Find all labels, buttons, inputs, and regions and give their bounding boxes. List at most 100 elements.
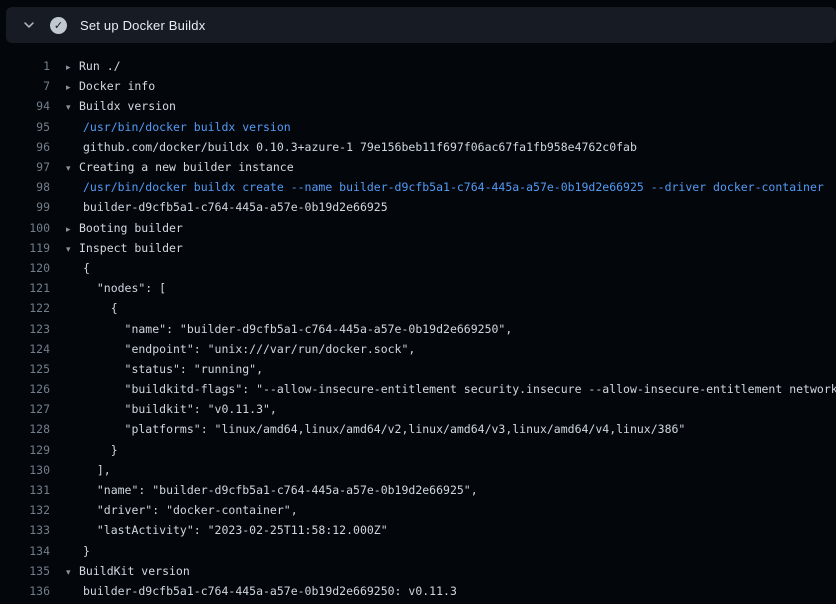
log-line: 133 "lastActivity": "2023-02-25T11:58:12…: [0, 520, 836, 540]
log-output-text: "buildkit": "v0.11.3",: [66, 402, 277, 416]
line-number[interactable]: 134: [0, 544, 50, 558]
line-number[interactable]: 131: [0, 483, 50, 497]
line-number[interactable]: 135: [0, 564, 50, 578]
log-output-text: }: [66, 544, 90, 558]
log-line: 128 "platforms": "linux/amd64,linux/amd6…: [0, 419, 836, 439]
log-group-header[interactable]: ▸Docker info: [66, 79, 155, 93]
line-number[interactable]: 124: [0, 342, 50, 356]
log-line: 122 {: [0, 298, 836, 318]
line-number[interactable]: 127: [0, 402, 50, 416]
group-title: Run ./: [79, 59, 121, 73]
line-number[interactable]: 132: [0, 503, 50, 517]
group-title: Inspect builder: [79, 241, 183, 255]
line-number[interactable]: 122: [0, 301, 50, 315]
line-number[interactable]: 129: [0, 443, 50, 457]
log-output-text: ],: [66, 463, 111, 477]
line-number[interactable]: 98: [0, 180, 50, 194]
log-line: 98/usr/bin/docker buildx create --name b…: [0, 177, 836, 197]
log-line: 135 ▾BuildKit version: [0, 561, 836, 581]
log-line: 131 "name": "builder-d9cfb5a1-c764-445a-…: [0, 480, 836, 500]
line-number[interactable]: 125: [0, 362, 50, 376]
line-number[interactable]: 119: [0, 241, 50, 255]
step-header[interactable]: ✓ Set up Docker Buildx: [6, 7, 836, 43]
log-output-text: "name": "builder-d9cfb5a1-c764-445a-a57e…: [66, 483, 478, 497]
line-number[interactable]: 121: [0, 281, 50, 295]
log-output-text: "name": "builder-d9cfb5a1-c764-445a-a57e…: [66, 322, 512, 336]
log-group-header[interactable]: ▾Buildx version: [66, 99, 176, 113]
log-line: 127 "buildkit": "v0.11.3",: [0, 399, 836, 419]
line-number[interactable]: 120: [0, 261, 50, 275]
line-number[interactable]: 95: [0, 120, 50, 134]
group-expanded-icon[interactable]: ▾: [66, 164, 79, 174]
log-line: 120 {: [0, 258, 836, 278]
log-line: 121 "nodes": [: [0, 278, 836, 298]
log-group-header[interactable]: ▾BuildKit version: [66, 564, 190, 578]
log-line: 7 ▸Docker info: [0, 76, 836, 96]
log-output-text: "buildkitd-flags": "--allow-insecure-ent…: [66, 382, 836, 396]
line-number[interactable]: 7: [0, 79, 50, 93]
line-number[interactable]: 130: [0, 463, 50, 477]
log-output-text: "platforms": "linux/amd64,linux/amd64/v2…: [66, 422, 685, 436]
log-line: 132 "driver": "docker-container",: [0, 500, 836, 520]
group-collapsed-icon[interactable]: ▸: [66, 63, 79, 73]
line-number[interactable]: 94: [0, 99, 50, 113]
line-number[interactable]: 126: [0, 382, 50, 396]
group-title: Booting builder: [79, 221, 183, 235]
log-output-text: "driver": "docker-container",: [66, 503, 298, 517]
line-number[interactable]: 99: [0, 200, 50, 214]
log-line: 94 ▾Buildx version: [0, 96, 836, 116]
log-line: 95/usr/bin/docker buildx version: [0, 117, 836, 137]
log-output-text: github.com/docker/buildx 0.10.3+azure-1 …: [66, 140, 637, 154]
group-title: BuildKit version: [79, 564, 190, 578]
log-output-text: "status": "running",: [66, 362, 263, 376]
line-number[interactable]: 96: [0, 140, 50, 154]
line-number[interactable]: 133: [0, 523, 50, 537]
log-line: 99 builder-d9cfb5a1-c764-445a-a57e-0b19d2…: [0, 197, 836, 217]
group-title: Docker info: [79, 79, 155, 93]
log-output-text: "lastActivity": "2023-02-25T11:58:12.000…: [66, 523, 388, 537]
line-number[interactable]: 123: [0, 322, 50, 336]
group-collapsed-icon[interactable]: ▸: [66, 225, 79, 235]
log-line: 123 "name": "builder-d9cfb5a1-c764-445a-…: [0, 318, 836, 338]
log-group-header[interactable]: ▸Run ./: [66, 59, 121, 73]
log-line: 130 ],: [0, 460, 836, 480]
log-line: 126 "buildkitd-flags": "--allow-insecure…: [0, 379, 836, 399]
log-output-text: {: [66, 261, 90, 275]
log-line: 134}: [0, 541, 836, 561]
log-output-text: builder-d9cfb5a1-c764-445a-a57e-0b19d2e6…: [66, 200, 388, 214]
log-line: 124 "endpoint": "unix:///var/run/docker.…: [0, 339, 836, 359]
line-number[interactable]: 100: [0, 221, 50, 235]
log-output-text: builder-d9cfb5a1-c764-445a-a57e-0b19d2e6…: [66, 584, 457, 598]
log-line: 129 }: [0, 440, 836, 460]
log-line: 1 ▸Run ./: [0, 56, 836, 76]
log-command-text: /usr/bin/docker buildx create --name bui…: [66, 180, 824, 194]
line-number[interactable]: 128: [0, 422, 50, 436]
log-lines: 1▸Run ./7▸Docker info94▾Buildx version95…: [0, 56, 836, 601]
log-group-header[interactable]: ▾Inspect builder: [66, 241, 183, 255]
group-title: Creating a new builder instance: [79, 160, 294, 174]
line-number[interactable]: 1: [0, 59, 50, 73]
group-expanded-icon[interactable]: ▾: [66, 568, 79, 578]
check-circle-icon: ✓: [50, 17, 67, 34]
log-command-text: /usr/bin/docker buildx version: [66, 120, 291, 134]
group-expanded-icon[interactable]: ▾: [66, 245, 79, 255]
chevron-down-icon[interactable]: [22, 18, 36, 32]
group-expanded-icon[interactable]: ▾: [66, 103, 79, 113]
group-collapsed-icon[interactable]: ▸: [66, 83, 79, 93]
group-title: Buildx version: [79, 99, 176, 113]
line-number[interactable]: 97: [0, 160, 50, 174]
log-line: 100 ▸Booting builder: [0, 218, 836, 238]
log-output-text: {: [66, 301, 118, 315]
log-line: 96 github.com/docker/buildx 0.10.3+azure-…: [0, 137, 836, 157]
log-group-header[interactable]: ▾Creating a new builder instance: [66, 160, 294, 174]
log-output-text: "endpoint": "unix:///var/run/docker.sock…: [66, 342, 415, 356]
log-line: 125 "status": "running",: [0, 359, 836, 379]
log-output-text: }: [66, 443, 118, 457]
step-title: Set up Docker Buildx: [80, 18, 205, 33]
log-line: 119 ▾Inspect builder: [0, 238, 836, 258]
log-line: 97 ▾Creating a new builder instance: [0, 157, 836, 177]
log-line: 136 builder-d9cfb5a1-c764-445a-a57e-0b19d…: [0, 581, 836, 601]
log-group-header[interactable]: ▸Booting builder: [66, 221, 183, 235]
line-number[interactable]: 136: [0, 584, 50, 598]
log-output-text: "nodes": [: [66, 281, 166, 295]
